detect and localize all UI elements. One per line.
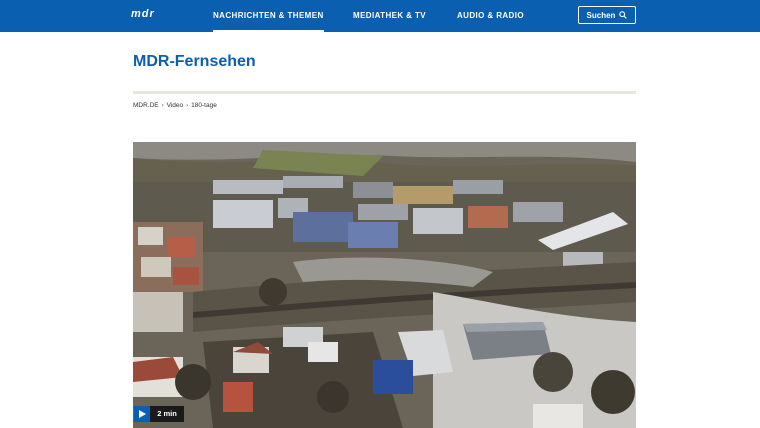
mdr-logo[interactable]: mdr: [131, 8, 155, 20]
play-icon: [138, 410, 146, 418]
nav-audio-radio[interactable]: AUDIO & RADIO: [457, 0, 524, 32]
search-button[interactable]: Suchen: [578, 6, 636, 24]
search-label: Suchen: [586, 10, 616, 20]
video-duration-badge: 2 min: [150, 406, 184, 422]
top-navigation-bar: mdr NACHRICHTEN & THEMEN MEDIATHEK & TV …: [0, 0, 760, 32]
breadcrumb-item-current: 180-tage: [191, 102, 217, 109]
title-divider: [133, 91, 636, 94]
chevron-right-icon: ›: [161, 102, 164, 109]
breadcrumb-item-mdr[interactable]: MDR.DE: [133, 102, 159, 109]
chevron-right-icon: ›: [186, 102, 189, 109]
nav-nachrichten-themen[interactable]: NACHRICHTEN & THEMEN: [213, 0, 324, 32]
nav-mediathek-tv[interactable]: MEDIATHEK & TV: [353, 0, 426, 32]
aerial-city-image: [133, 142, 636, 428]
breadcrumb-item-video[interactable]: Video: [167, 102, 184, 109]
video-thumbnail[interactable]: [133, 142, 636, 428]
breadcrumb: MDR.DE › Video › 180-tage: [133, 102, 217, 109]
play-button[interactable]: [134, 406, 150, 422]
search-icon: [619, 11, 628, 19]
page-title: MDR-Fernsehen: [133, 53, 256, 70]
